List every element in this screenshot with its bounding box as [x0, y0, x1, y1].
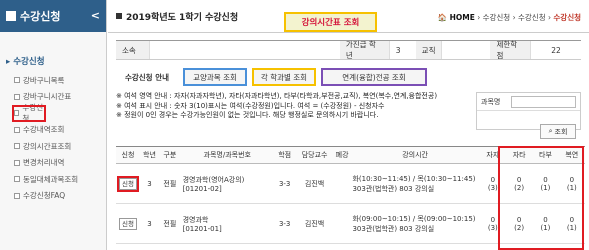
cell-professor: 김진백 — [295, 203, 334, 244]
title-marker-icon — [116, 13, 122, 19]
seat-columns-highlight — [498, 146, 584, 250]
sidebar-group-title[interactable]: ▸ 수강신청 — [0, 32, 106, 72]
main-content: 2019학년도 1학기 수강신청 🏠 HOME › 수강신청 › 수강신청 › … — [108, 0, 589, 250]
timetable-popup-label[interactable]: 강의시간표 조회 — [284, 12, 377, 32]
cell-kind: 전필 — [159, 163, 181, 204]
tab-liberal-arts[interactable]: 교양과목 조회 — [183, 68, 247, 86]
dept-label: 소속 — [116, 41, 150, 59]
sidebar-item-changes[interactable]: 변경처리내역 — [0, 155, 106, 172]
search-icon: ⌕ — [548, 127, 553, 135]
breadcrumb-current: 수강신청 — [553, 13, 581, 22]
apply-button[interactable]: 신청 — [118, 217, 137, 230]
student-info-row: 소속 가진급 학년 3 교직 제한학점 22 — [116, 40, 581, 60]
type-value — [442, 41, 490, 59]
type-label: 교직 — [415, 41, 443, 59]
cell-grade: 3 — [139, 203, 160, 244]
col-header: 담당교수 — [295, 146, 334, 164]
sidebar-item-faq[interactable]: 수강신청FAQ — [0, 188, 106, 205]
breadcrumb-home[interactable]: HOME — [450, 13, 475, 22]
col-header: 학점 — [273, 146, 296, 164]
col-header: 구분 — [159, 146, 181, 164]
bullet-icon — [14, 143, 20, 150]
cell-closed — [333, 203, 351, 244]
cell-course: 경영과학(영어A강의) [01201-02] — [180, 163, 274, 204]
col-header: 학년 — [139, 146, 160, 164]
col-header: 과목명/과목번호 — [180, 146, 274, 164]
sidebar-item-timetable[interactable]: 강의시간표조회 — [0, 138, 106, 155]
year-value: 3 — [395, 45, 401, 55]
bullet-icon — [14, 176, 20, 183]
year-label: 가진급 학년 — [339, 40, 390, 60]
home-icon[interactable]: 🏠 — [438, 13, 447, 22]
sidebar-item-cart-list[interactable]: 강바구니목록 — [0, 72, 106, 89]
sidebar-title: 수강신청 — [20, 10, 61, 23]
bullet-icon — [14, 159, 20, 166]
cell-closed — [333, 163, 351, 204]
breadcrumb-item[interactable]: 수강신청 — [518, 13, 546, 22]
bullet-icon — [14, 77, 20, 84]
bullet-icon — [14, 110, 20, 117]
sidebar-item-registration[interactable]: 수강신청 — [12, 103, 46, 123]
sidebar-item-history[interactable]: 수강내역조회 — [0, 122, 106, 139]
sidebar-item-substitute[interactable]: 동일대체과목조회 — [0, 171, 106, 188]
bullet-icon — [14, 126, 20, 133]
sidebar-header: 수강신청 < — [0, 0, 106, 32]
dept-value — [150, 41, 340, 59]
cell-time: 화(09:00~10:15) / 목(09:00~10:15) 303관(법학관)… — [350, 203, 480, 244]
apply-button[interactable]: 신청 — [116, 175, 139, 192]
tab-guide[interactable]: 수강신청 안내 — [116, 68, 178, 86]
sidebar-item-cart-timetable[interactable]: 강바구니시간표 — [0, 89, 106, 106]
bullet-icon — [14, 192, 20, 199]
col-header: 강의시간 — [350, 146, 480, 164]
cell-kind: 전필 — [159, 203, 181, 244]
notice-line: ※ 정원이 0인 경우는 수강가능인원이 없는 것입니다. 해당 행정실로 문의… — [116, 111, 379, 119]
collapse-icon[interactable]: < — [91, 9, 100, 22]
sidebar: 수강신청 < ▸ 수강신청 강바구니목록 강바구니시간표 수강신청 수강내역조회… — [0, 0, 107, 250]
cell-professor: 김진백 — [295, 163, 334, 204]
notice-text: ※ 여석 영역 안내 : 자자(자과자학년), 자타(자과타학년), 타부(타학… — [116, 92, 466, 128]
cell-course: 경영과학 [01201-01] — [180, 203, 274, 244]
bullet-icon — [14, 93, 20, 100]
col-header: 폐강 — [333, 146, 351, 164]
cell-credit: 3-3 — [273, 163, 296, 204]
course-name-label: 과목명 — [481, 97, 501, 106]
page-title: 2019학년도 1학기 수강신청 — [126, 12, 239, 23]
tab-by-department[interactable]: 각 학과별 조회 — [252, 68, 316, 86]
limit-label: 제한학점 — [490, 40, 532, 60]
breadcrumb: 🏠 HOME › 수강신청 › 수강신청 › 수강신청 — [437, 13, 581, 22]
notice-line: ※ 여석 영역 안내 : 자자(자과자학년), 자타(자과타학년), 타부(타학… — [116, 92, 438, 100]
tab-linked-major[interactable]: 연계(융합)전공 조회 — [321, 68, 427, 86]
app-logo-icon — [6, 11, 16, 21]
tab-bar: 수강신청 안내 교양과목 조회 각 학과별 조회 연계(융합)전공 조회 — [116, 68, 427, 86]
notice-line: ※ 여석 표시 안내 : 숫자 3(10)표시는 여석(수강정원)입니다. 여석… — [116, 101, 385, 110]
cell-grade: 3 — [139, 163, 160, 204]
search-button[interactable]: ⌕ 조회 — [540, 124, 576, 139]
limit-value: 22 — [551, 45, 561, 55]
col-header: 신청 — [116, 146, 140, 164]
course-name-input[interactable] — [511, 95, 576, 108]
cell-credit: 3-3 — [273, 203, 296, 244]
cell-time: 화(10:30~11:45) / 목(10:30~11:45) 303관(법학관)… — [350, 163, 480, 204]
breadcrumb-item[interactable]: 수강신청 — [483, 13, 511, 22]
